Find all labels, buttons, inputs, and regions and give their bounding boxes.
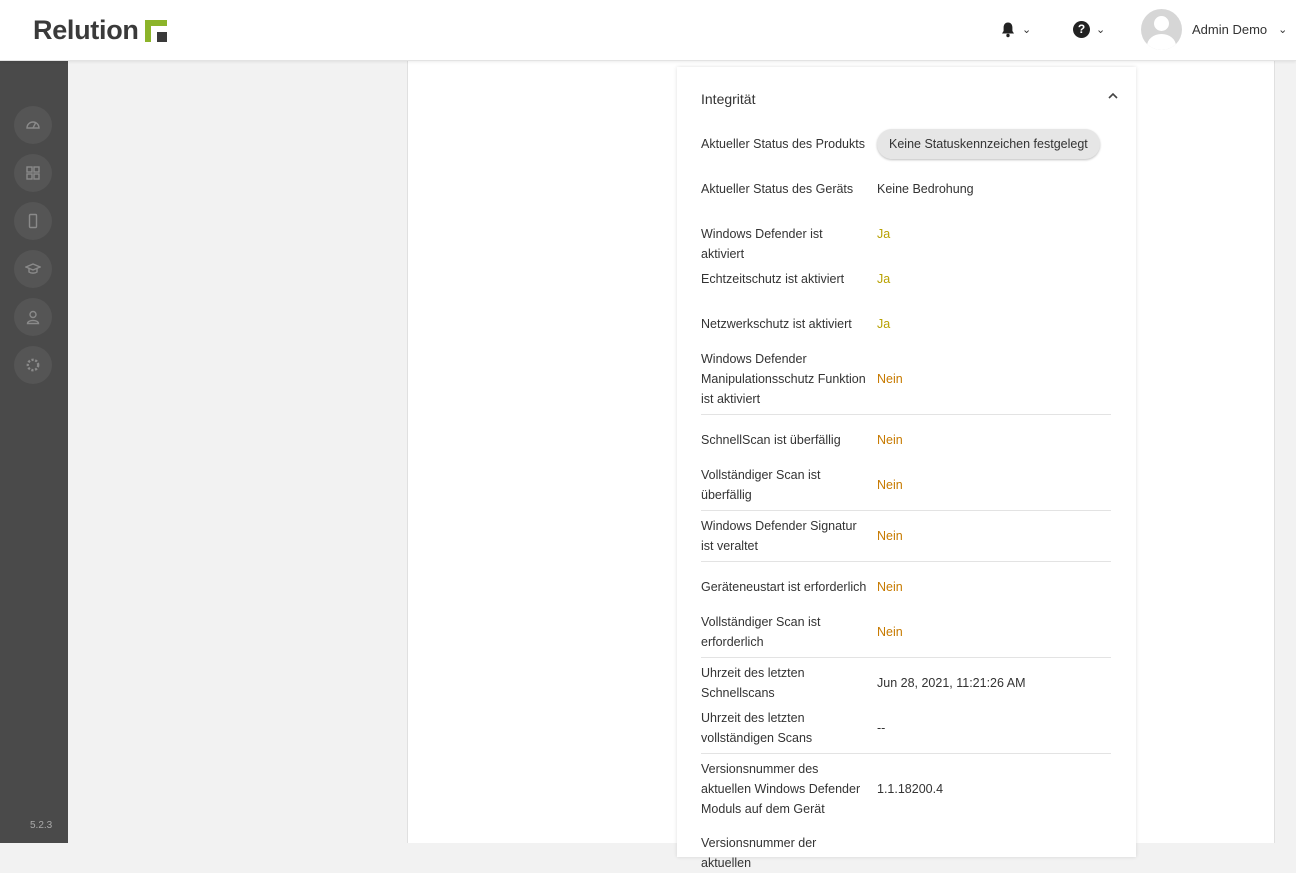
row-value: Ja xyxy=(877,227,891,241)
user-icon xyxy=(26,310,40,325)
chevron-up-icon xyxy=(1108,92,1118,99)
app-version: 5.2.3 xyxy=(30,820,53,831)
notifications-button[interactable]: ⌄ xyxy=(1000,16,1031,42)
sidebar-item-dashboard[interactable] xyxy=(14,106,52,144)
row-label: Versionsnummer der aktuellen xyxy=(701,836,817,870)
card-title: Integrität xyxy=(701,91,756,107)
row-value: Nein xyxy=(877,433,903,447)
help-icon: ? xyxy=(1073,20,1090,38)
row-label: Versionsnummer des aktuellen Windows Def… xyxy=(701,762,861,816)
row-label: Uhrzeit des letzten Schnellscans xyxy=(701,666,805,700)
bell-icon xyxy=(1002,22,1014,37)
main-content: Integrität Aktueller Status des Produkts… xyxy=(68,61,1296,870)
row-value: Nein xyxy=(877,529,903,543)
sidebar-item-users[interactable] xyxy=(14,298,52,336)
row-label: Uhrzeit des letzten vollständigen Scans xyxy=(701,711,813,745)
divider xyxy=(701,657,1111,658)
divider xyxy=(701,753,1111,754)
sidebar-item-education[interactable] xyxy=(14,250,52,288)
row-label: Netzwerkschutz ist aktiviert xyxy=(701,317,852,331)
top-header: Relution ⌄ ? ⌄ Admin Demo ⌄ xyxy=(0,0,1296,61)
user-menu-button[interactable]: Admin Demo ⌄ xyxy=(1141,8,1287,50)
avatar xyxy=(1141,8,1182,50)
help-button[interactable]: ? ⌄ xyxy=(1073,16,1105,42)
relution-logo[interactable]: Relution xyxy=(33,15,167,46)
row-value: Nein xyxy=(877,580,903,594)
sidebar-item-apps[interactable] xyxy=(14,154,52,192)
integrity-card: Integrität Aktueller Status des Produkts… xyxy=(677,67,1136,870)
chevron-down-icon: ⌄ xyxy=(1096,23,1106,36)
row-label: Windows Defender Manipulationsschutz Fun… xyxy=(701,352,866,406)
row-value: Jun 28, 2021, 11:21:26 AM xyxy=(877,676,1026,690)
row-label: Windows Defender Signatur ist veraltet xyxy=(701,519,857,553)
row-value: Ja xyxy=(877,317,891,331)
divider xyxy=(701,414,1111,415)
row-label: Windows Defender ist aktiviert xyxy=(701,227,823,261)
row-value: Nein xyxy=(877,478,903,492)
row-label: Vollständiger Scan ist erforderlich xyxy=(701,615,821,649)
row-label: Aktueller Status des Geräts xyxy=(701,182,854,196)
collapse-button[interactable] xyxy=(1106,89,1120,103)
row-label: Vollständiger Scan ist überfällig xyxy=(701,468,821,502)
chevron-down-icon: ⌄ xyxy=(1022,23,1032,36)
apps-grid-icon xyxy=(26,166,40,180)
row-label: Echtzeitschutz ist aktiviert xyxy=(701,272,845,286)
row-value: -- xyxy=(877,721,886,735)
divider xyxy=(701,561,1111,562)
row-label: SchnellScan ist überfällig xyxy=(701,433,841,447)
logo-mark-icon xyxy=(144,19,167,42)
status-chip: Keine Statuskennzeichen festgelegt xyxy=(877,129,1100,159)
sidebar-item-devices[interactable] xyxy=(14,202,52,240)
chevron-down-icon: ⌄ xyxy=(1278,23,1288,36)
device-icon xyxy=(28,213,38,229)
row-value: 1.1.18200.4 xyxy=(877,782,944,796)
detail-page[interactable]: Integrität Aktueller Status des Produkts… xyxy=(407,61,1275,870)
divider xyxy=(701,510,1111,511)
row-label: Aktueller Status des Produkts xyxy=(701,137,865,151)
user-name: Admin Demo xyxy=(1192,21,1268,37)
brand-name: Relution xyxy=(33,15,139,45)
row-value: Nein xyxy=(877,372,903,386)
dashboard-icon xyxy=(26,121,40,129)
sidebar: 5.2.3 xyxy=(0,61,68,843)
sidebar-item-settings[interactable] xyxy=(14,346,52,384)
row-value: Nein xyxy=(877,625,903,639)
education-cap-icon xyxy=(25,263,41,274)
row-value: Keine Bedrohung xyxy=(877,182,974,196)
row-value: Ja xyxy=(877,272,891,286)
row-label: Geräteneustart ist erforderlich xyxy=(701,580,867,594)
gear-icon xyxy=(26,358,40,372)
